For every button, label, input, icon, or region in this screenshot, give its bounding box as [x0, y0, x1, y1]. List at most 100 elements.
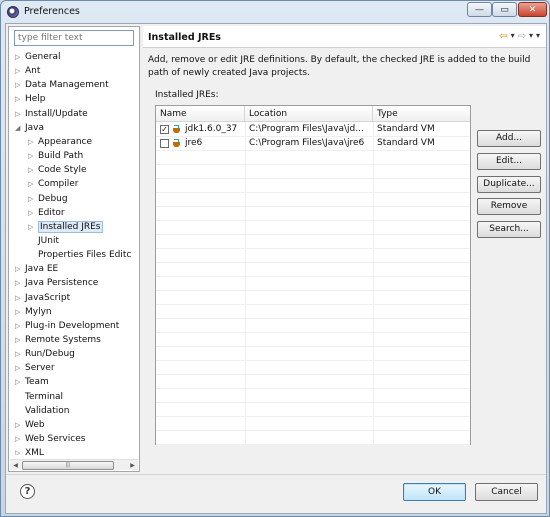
- duplicate-button[interactable]: Duplicate...: [477, 176, 541, 193]
- tree-item-label: Server: [25, 363, 55, 374]
- collapsed-arrow-icon[interactable]: ▷: [15, 262, 25, 276]
- tree-item[interactable]: Properties Files Editc: [28, 248, 131, 262]
- collapsed-arrow-icon[interactable]: ▷: [15, 107, 25, 121]
- tree-item-label: Appearance: [38, 136, 93, 147]
- tree-item-label: XML: [25, 448, 44, 455]
- tree-item-label: Java Persistence: [25, 278, 99, 289]
- scrollbar-thumb[interactable]: |||: [22, 461, 114, 470]
- forward-arrow-icon[interactable]: ⇨: [518, 31, 526, 42]
- table-row[interactable]: ✓ jdk1.6.0_37 C:\Program Files\Java\jd... S…: [156, 122, 470, 136]
- tree-item-label: Java: [25, 122, 45, 133]
- tree-item[interactable]: ▷ General: [15, 50, 60, 64]
- tree-item[interactable]: ▷ XML: [15, 446, 44, 455]
- row-gridline: [156, 262, 470, 263]
- edit-button[interactable]: Edit...: [477, 153, 541, 170]
- column-header-type[interactable]: Type: [373, 106, 470, 122]
- tree-item[interactable]: ▷ Debug: [28, 192, 68, 206]
- table-header: Name Location Type: [156, 106, 470, 122]
- tree-item[interactable]: ▷ Editor: [28, 206, 65, 220]
- default-jre-checkbox[interactable]: [160, 138, 169, 148]
- scroll-left-icon[interactable]: ◀: [10, 460, 21, 471]
- tree-item[interactable]: ▷ Plug-in Development: [15, 319, 119, 333]
- tree-item[interactable]: ▷ Ant: [15, 64, 40, 78]
- column-header-location[interactable]: Location: [245, 106, 373, 122]
- collapsed-arrow-icon[interactable]: ▷: [15, 446, 25, 455]
- collapsed-arrow-icon[interactable]: ▷: [15, 333, 25, 347]
- collapsed-arrow-icon[interactable]: ▷: [15, 418, 25, 432]
- expanded-arrow-icon[interactable]: ◢: [15, 121, 25, 135]
- row-gridline: [156, 374, 470, 375]
- collapsed-arrow-icon[interactable]: ▷: [28, 192, 38, 206]
- tree-item[interactable]: ▷ Build Path: [28, 149, 83, 163]
- row-gridline: [156, 304, 470, 305]
- tree-item[interactable]: ▷ Install/Update: [15, 107, 88, 121]
- collapsed-arrow-icon[interactable]: ▷: [15, 291, 25, 305]
- tree-item[interactable]: JUnit: [28, 234, 59, 248]
- collapsed-arrow-icon[interactable]: ▷: [15, 92, 25, 106]
- collapsed-arrow-icon[interactable]: ▷: [28, 177, 38, 191]
- row-gridline: [156, 388, 470, 389]
- jre-library-icon: [172, 138, 182, 148]
- collapsed-arrow-icon[interactable]: ▷: [28, 220, 38, 234]
- cancel-button[interactable]: Cancel: [475, 483, 538, 501]
- collapsed-arrow-icon[interactable]: ▷: [28, 149, 38, 163]
- tree-item[interactable]: ▷ Code Style: [28, 163, 87, 177]
- tree-item[interactable]: Validation: [15, 404, 69, 418]
- collapsed-arrow-icon[interactable]: ▷: [28, 206, 38, 220]
- collapsed-arrow-icon[interactable]: ▷: [28, 163, 38, 177]
- collapsed-arrow-icon[interactable]: ▷: [15, 361, 25, 375]
- tree-item[interactable]: ▷ JavaScript: [15, 291, 70, 305]
- tree-item[interactable]: ▷ Mylyn: [15, 305, 52, 319]
- tree-item[interactable]: ▷ Java EE: [15, 262, 58, 276]
- tree-item[interactable]: ▷ Server: [15, 361, 55, 375]
- maximize-button[interactable]: ▭: [492, 2, 517, 17]
- collapsed-arrow-icon[interactable]: ▷: [15, 432, 25, 446]
- tree-item[interactable]: ▷ Remote Systems: [15, 333, 101, 347]
- close-button[interactable]: ✕: [518, 2, 547, 17]
- ok-button[interactable]: OK: [403, 483, 466, 501]
- tree-item[interactable]: ▷ Run/Debug: [15, 347, 75, 361]
- forward-dropdown-icon[interactable]: ▾: [529, 31, 533, 42]
- collapsed-arrow-icon[interactable]: ▷: [15, 276, 25, 290]
- collapsed-arrow-icon[interactable]: ▷: [15, 64, 25, 78]
- help-icon[interactable]: ?: [20, 484, 35, 499]
- collapsed-arrow-icon[interactable]: ▷: [15, 78, 25, 92]
- jre-name: jre6: [185, 138, 203, 148]
- back-arrow-icon[interactable]: ⇦: [499, 31, 507, 42]
- tree-item[interactable]: ▷ Web: [15, 418, 45, 432]
- back-dropdown-icon[interactable]: ▾: [511, 31, 515, 42]
- preference-tree: ▷ General ▷ Ant ▷ Data Management ▷ Help ▷ Instal…: [9, 50, 139, 455]
- filter-input[interactable]: [14, 30, 134, 46]
- row-gridline: [156, 192, 470, 193]
- collapsed-arrow-icon[interactable]: ▷: [15, 347, 25, 361]
- tree-item[interactable]: ▷ Compiler: [28, 177, 79, 191]
- tree-item[interactable]: ▷ Appearance: [28, 135, 92, 149]
- collapsed-arrow-icon[interactable]: ▷: [15, 319, 25, 333]
- remove-button[interactable]: Remove: [477, 198, 541, 215]
- tree-item[interactable]: ▷ Help: [15, 92, 46, 106]
- collapsed-arrow-icon[interactable]: ▷: [28, 135, 38, 149]
- default-jre-checkbox[interactable]: ✓: [160, 124, 169, 134]
- tree-horizontal-scrollbar[interactable]: ◀ ||| ▶: [10, 459, 138, 470]
- add-button[interactable]: Add...: [477, 130, 541, 147]
- view-menu-icon[interactable]: ▾: [536, 31, 540, 42]
- minimize-button[interactable]: —: [467, 2, 492, 17]
- tree-item[interactable]: ▷ Java Persistence: [15, 276, 98, 290]
- tree-item[interactable]: ▷ Data Management: [15, 78, 109, 92]
- search-button[interactable]: Search...: [477, 221, 541, 238]
- collapsed-arrow-icon[interactable]: ▷: [15, 305, 25, 319]
- row-gridline: [156, 276, 470, 277]
- tree-item[interactable]: ◢ Java: [15, 121, 44, 135]
- row-gridline: [156, 150, 470, 151]
- column-header-name[interactable]: Name: [156, 106, 245, 122]
- scroll-right-icon[interactable]: ▶: [127, 460, 138, 471]
- tree-item[interactable]: ▷ Team: [15, 375, 49, 389]
- collapsed-arrow-icon[interactable]: ▷: [15, 50, 25, 64]
- table-row[interactable]: jre6 C:\Program Files\Java\jre6 Standard V…: [156, 136, 470, 150]
- tree-item[interactable]: ▷ Web Services: [15, 432, 85, 446]
- collapsed-arrow-icon[interactable]: ▷: [15, 375, 25, 389]
- column-gridline: [373, 122, 374, 444]
- tree-item[interactable]: ▷ Installed JREs: [28, 220, 103, 234]
- installed-jres-table[interactable]: Name Location Type ✓ jdk1.6.0_37 C:\Progra…: [155, 105, 471, 445]
- tree-item[interactable]: Terminal: [15, 390, 63, 404]
